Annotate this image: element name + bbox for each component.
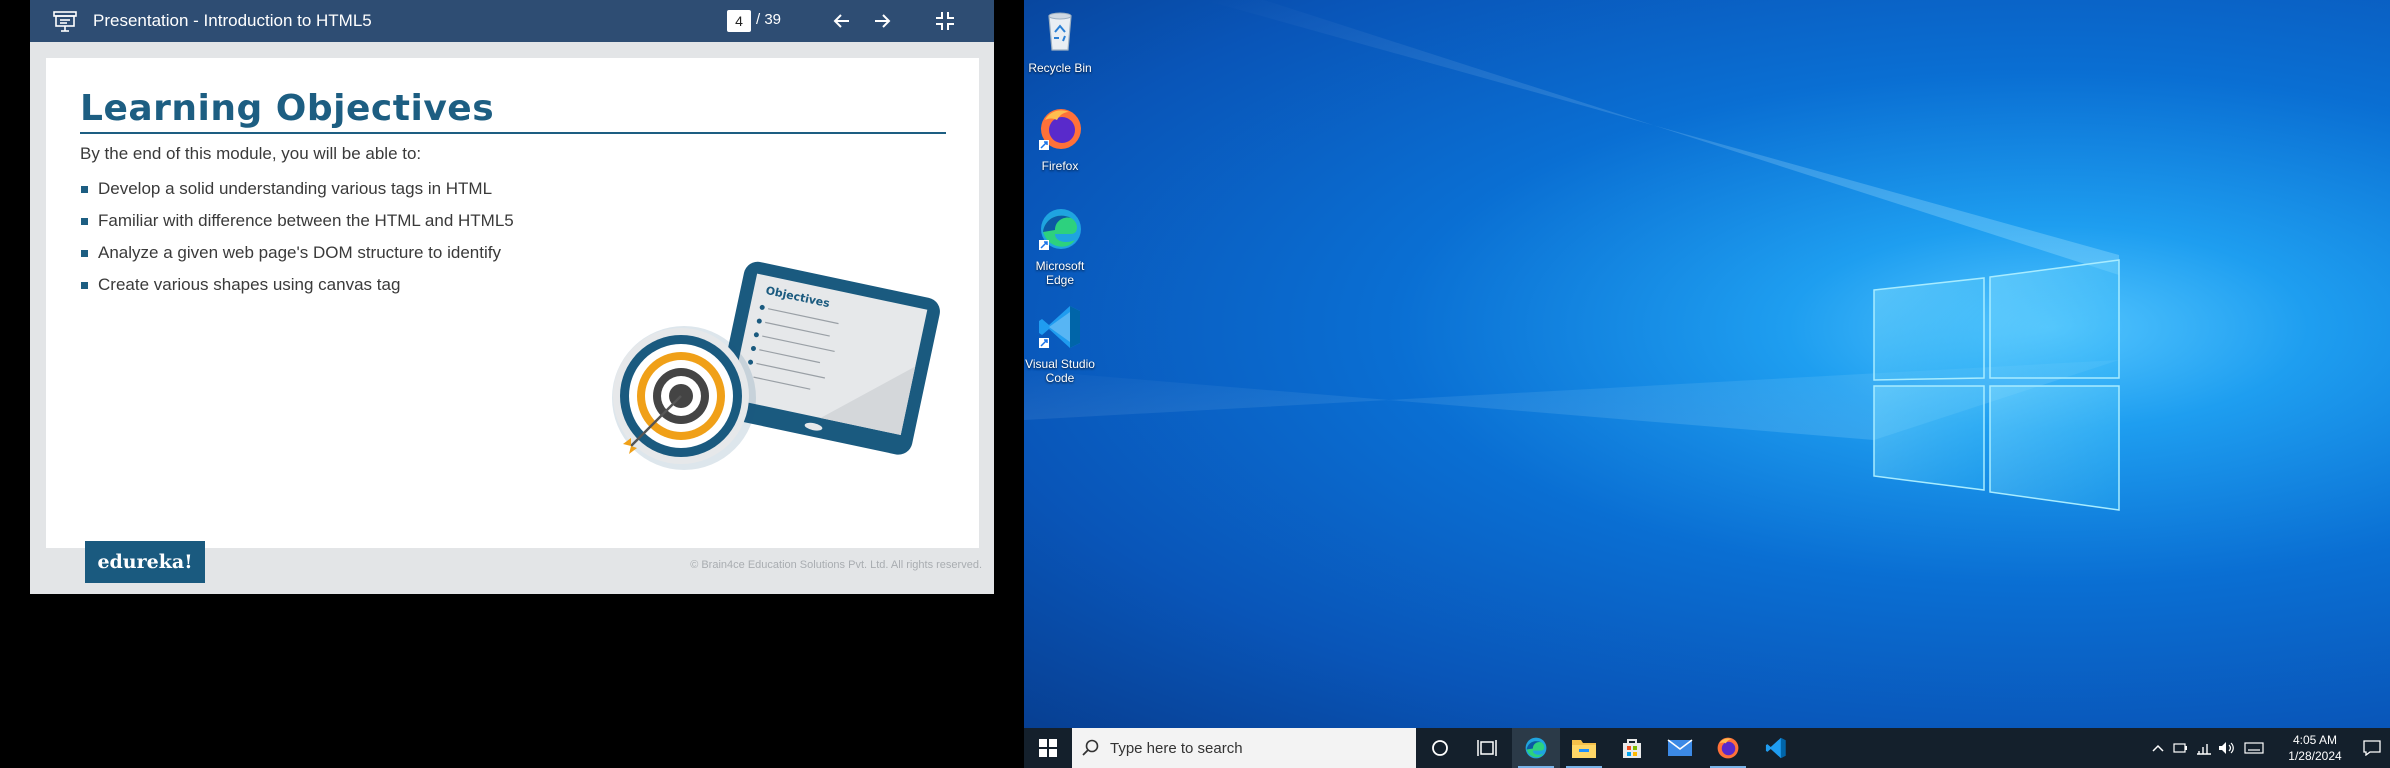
windows-start-icon bbox=[1039, 739, 1057, 757]
taskbar-task-view[interactable] bbox=[1464, 728, 1512, 768]
previous-slide-button[interactable] bbox=[828, 7, 856, 35]
desktop-icon-edge[interactable]: Microsoft Edge bbox=[1024, 204, 1096, 287]
list-item: Analyze a given web page's DOM structure… bbox=[80, 242, 514, 274]
show-hidden-icons-button[interactable] bbox=[2150, 738, 2166, 758]
vscode-icon bbox=[1039, 306, 1080, 348]
windows-desktop: Recycle Bin Firefox Microsoft Edge Visua… bbox=[1024, 0, 2390, 728]
title-divider bbox=[80, 132, 946, 134]
recycle-bin-icon bbox=[1048, 12, 1072, 51]
copyright-notice: © Brain4ce Education Solutions Pvt. Ltd.… bbox=[690, 559, 982, 571]
file-explorer-icon bbox=[1572, 740, 1596, 758]
taskbar-file-explorer[interactable] bbox=[1560, 728, 1608, 768]
network-icon bbox=[2197, 744, 2211, 755]
objectives-illustration: Objectives bbox=[612, 261, 940, 470]
page-total: / 39 bbox=[756, 11, 782, 28]
list-item: Familiar with difference between the HTM… bbox=[80, 210, 514, 242]
objectives-list: Develop a solid understanding various ta… bbox=[80, 178, 514, 306]
desktop-icon-vscode[interactable]: Visual Studio Code bbox=[1024, 302, 1096, 385]
system-tray: 4:05 AM 1/28/2024 bbox=[2150, 728, 2390, 768]
action-center-button[interactable] bbox=[2360, 738, 2384, 758]
windows-logo-wallpaper bbox=[1024, 0, 2120, 511]
cortana-icon bbox=[1432, 740, 1448, 756]
list-item: Develop a solid understanding various ta… bbox=[80, 178, 514, 210]
taskbar-firefox[interactable] bbox=[1704, 728, 1752, 768]
power-status[interactable] bbox=[2170, 738, 2190, 758]
desktop-icon-label: Visual Studio Code bbox=[1025, 357, 1095, 385]
vscode-icon bbox=[1765, 737, 1786, 759]
edge-icon bbox=[1039, 209, 1081, 250]
presentation-title: Presentation - Introduction to HTML5 bbox=[93, 11, 372, 30]
firefox-icon bbox=[1717, 737, 1739, 759]
taskbar-clock[interactable]: 4:05 AM 1/28/2024 bbox=[2286, 732, 2344, 764]
edge-icon bbox=[1525, 737, 1547, 759]
taskbar-store[interactable] bbox=[1608, 728, 1656, 768]
exit-fullscreen-button[interactable] bbox=[931, 7, 959, 35]
store-icon bbox=[1623, 739, 1641, 758]
taskbar-vscode[interactable] bbox=[1752, 728, 1800, 768]
desktop-icon-label: Firefox bbox=[1041, 159, 1079, 173]
clock-date: 1/28/2024 bbox=[2288, 749, 2342, 763]
taskbar-search-box[interactable]: Type here to search bbox=[1072, 728, 1416, 768]
edureka-logo: edureka! bbox=[85, 541, 205, 583]
screen: Presentation - Introduction to HTML5 4 /… bbox=[0, 0, 2390, 768]
slide: Learning Objectives By the end of this m… bbox=[46, 58, 979, 548]
taskbar: Type here to search 4:05 AM 1/28/2024 bbox=[1024, 728, 2390, 768]
volume-control[interactable] bbox=[2216, 738, 2238, 758]
speaker-icon bbox=[2219, 742, 2234, 754]
desktop-icon-label: Recycle Bin bbox=[1028, 61, 1092, 75]
desktop-icon-label: Microsoft Edge bbox=[1035, 259, 1085, 287]
task-view-icon bbox=[1477, 740, 1497, 756]
next-slide-button[interactable] bbox=[868, 7, 896, 35]
collapse-icon bbox=[936, 12, 954, 30]
start-button[interactable] bbox=[1024, 728, 1072, 768]
taskbar-mail[interactable] bbox=[1656, 728, 1704, 768]
battery-plug-icon bbox=[2173, 743, 2187, 753]
slide-intro: By the end of this module, you will be a… bbox=[80, 144, 422, 163]
clock-time: 4:05 AM bbox=[2292, 733, 2338, 747]
presentation-window: Presentation - Introduction to HTML5 4 /… bbox=[30, 0, 994, 594]
taskbar-edge[interactable] bbox=[1512, 728, 1560, 768]
search-icon bbox=[1082, 739, 1099, 756]
firefox-icon bbox=[1039, 109, 1081, 150]
search-placeholder: Type here to search bbox=[1110, 740, 1243, 757]
mail-icon bbox=[1667, 739, 1693, 756]
page-number-input[interactable]: 4 bbox=[727, 10, 751, 32]
touch-keyboard-button[interactable] bbox=[2242, 738, 2266, 758]
slide-title: Learning Objectives bbox=[80, 88, 495, 129]
arrow-left-icon bbox=[833, 14, 849, 28]
arrow-right-icon bbox=[875, 14, 891, 28]
keyboard-icon bbox=[2244, 742, 2264, 754]
network-status[interactable] bbox=[2194, 738, 2214, 758]
desktop-icon-firefox[interactable]: Firefox bbox=[1024, 104, 1096, 173]
list-item: Create various shapes using canvas tag bbox=[80, 274, 514, 306]
chevron-up-icon bbox=[2152, 744, 2164, 752]
taskbar-cortana[interactable] bbox=[1416, 728, 1464, 768]
desktop-icon-recycle-bin[interactable]: Recycle Bin bbox=[1024, 6, 1096, 75]
presentation-toolbar: Presentation - Introduction to HTML5 4 /… bbox=[30, 0, 994, 42]
notifications-icon bbox=[2363, 740, 2381, 756]
presentation-icon bbox=[52, 8, 78, 34]
